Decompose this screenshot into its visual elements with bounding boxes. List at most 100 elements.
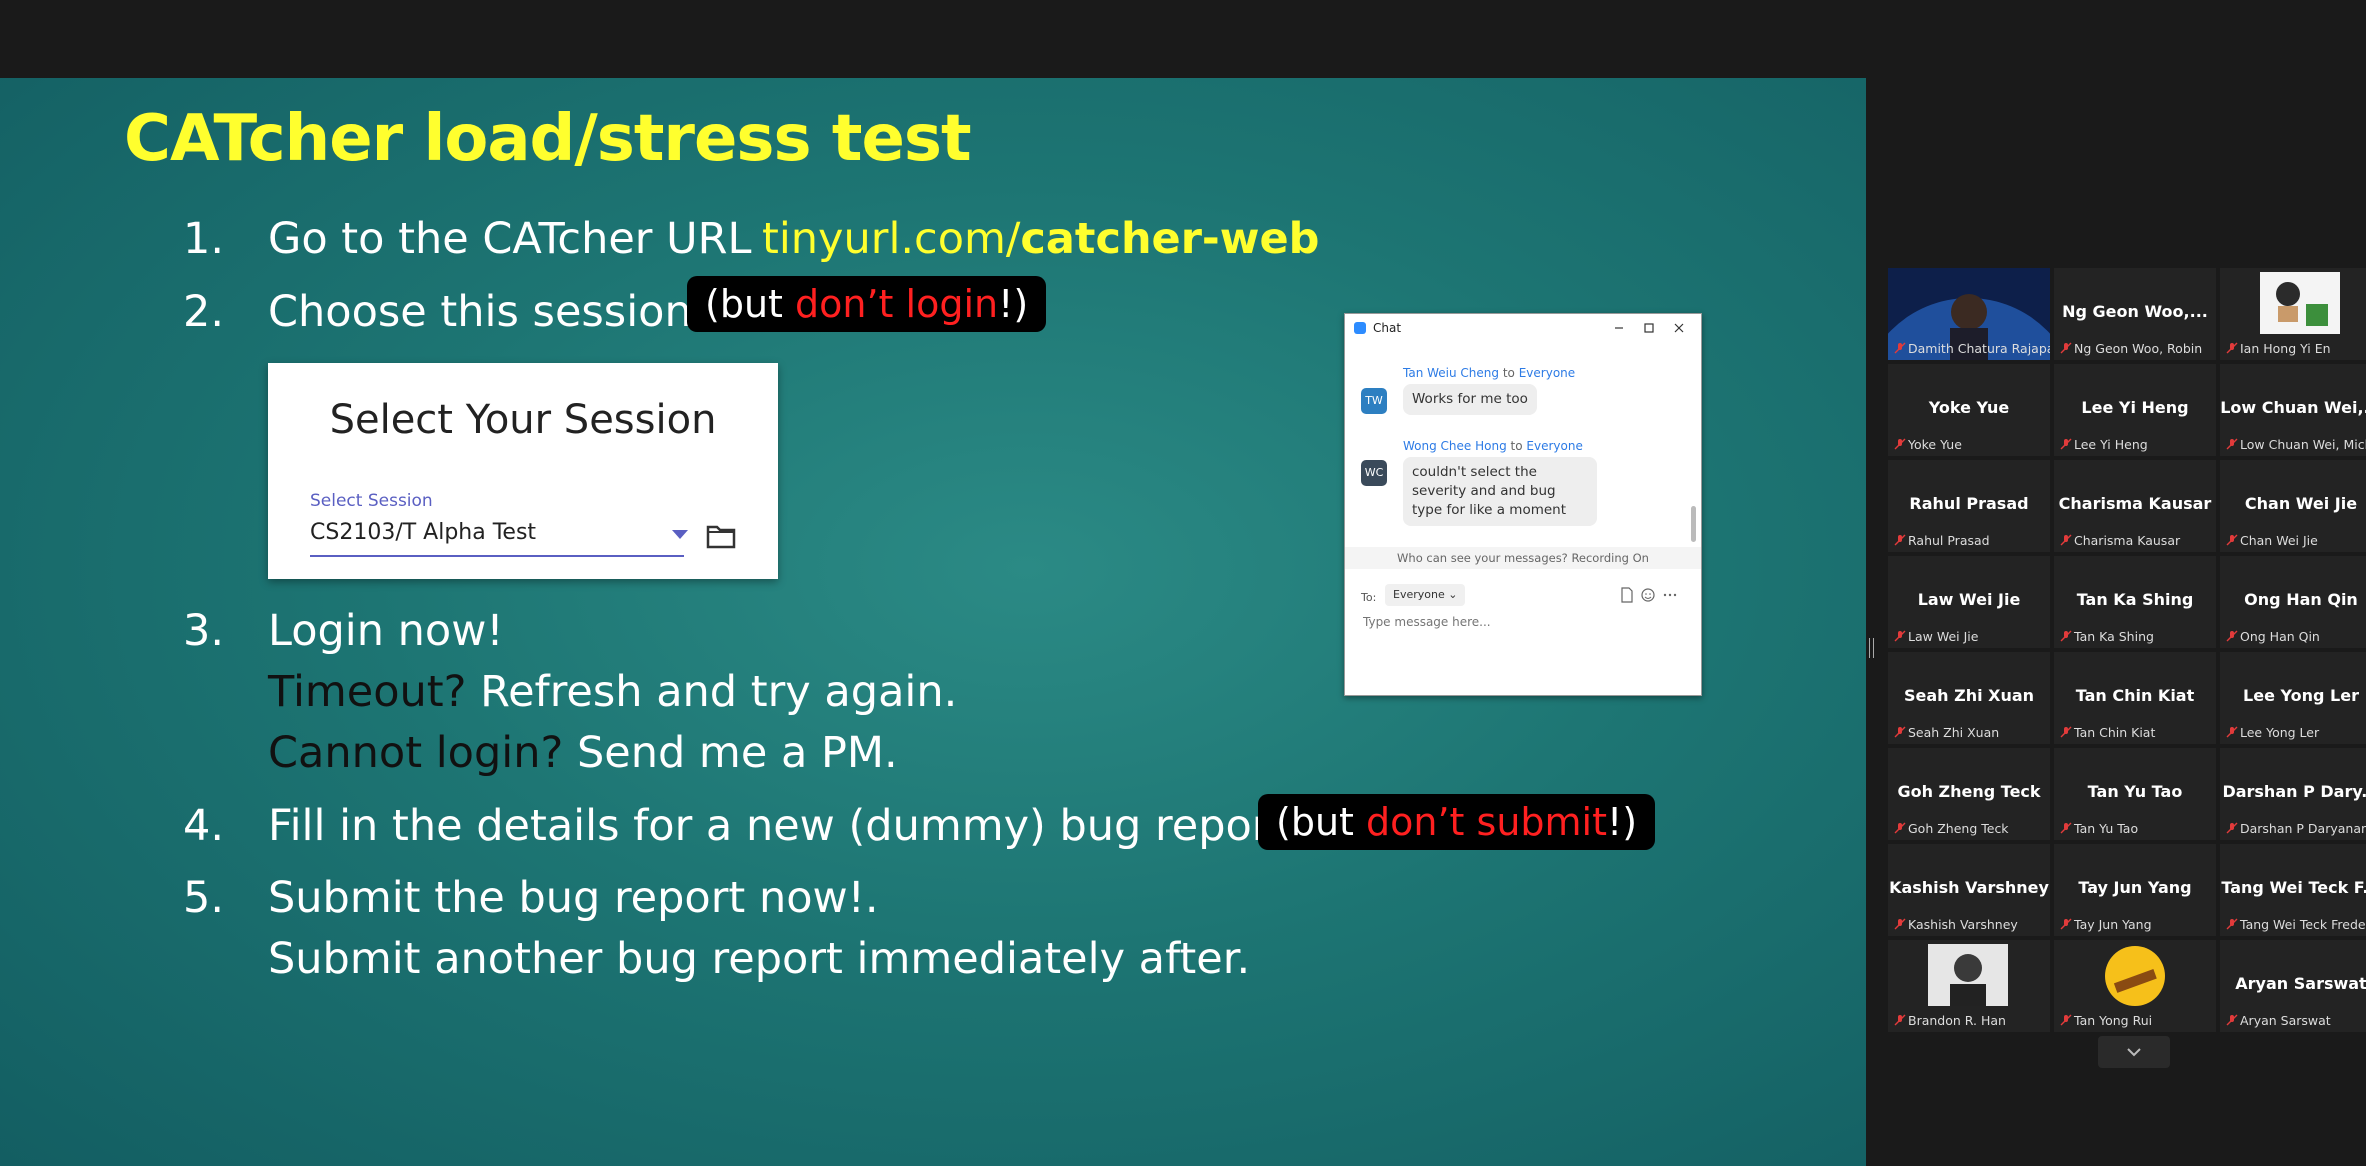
participant-tile[interactable]: Lee Yong Ler Lee Yong Ler (2220, 652, 2366, 744)
recipient-value: Everyone (1393, 588, 1445, 601)
participant-tile[interactable]: Goh Zheng Teck Goh Zheng Teck (1888, 748, 2050, 840)
participant-name-label: Chan Wei Jie (2240, 533, 2318, 548)
note-warning: don’t login (795, 282, 999, 326)
muted-mic-icon (2226, 822, 2238, 834)
participant-display-name: Aryan Sarswat (2235, 974, 2366, 993)
session-card-title: Select Your Session (329, 397, 717, 443)
select-underline (310, 555, 684, 557)
dropdown-arrow-icon (672, 530, 688, 539)
note-close: !) (998, 282, 1029, 326)
participant-name-label: Low Chuan Wei, Mich (2240, 437, 2366, 452)
to-label: To: (1361, 591, 1377, 604)
message-header: Tan Weiu Cheng to Everyone (1403, 366, 1575, 380)
muted-mic-icon (2060, 726, 2072, 738)
close-icon[interactable] (1669, 318, 1689, 338)
timeout-advice: Refresh and try again. (466, 667, 958, 717)
panel-resize-handle[interactable] (1869, 638, 1874, 658)
timeout-question: Timeout? (268, 667, 467, 717)
participant-name-label: Ian Hong Yi En (2240, 341, 2331, 356)
chat-window[interactable]: Chat Tan Weiu Cheng to Everyone TW Works… (1344, 313, 1702, 696)
muted-mic-icon (2226, 918, 2238, 930)
participant-tile[interactable]: Chan Wei Jie Chan Wei Jie (2220, 460, 2366, 552)
muted-mic-icon (2060, 534, 2072, 546)
cannot-login-line: Cannot login? Send me a PM. (268, 728, 898, 778)
participant-tile[interactable]: Rahul Prasad Rahul Prasad (1888, 460, 2050, 552)
note-open: (but (1276, 800, 1367, 844)
participant-name-label: Tay Jun Yang (2074, 917, 2152, 932)
participant-tile[interactable]: Low Chuan Wei,... Low Chuan Wei, Mich (2220, 364, 2366, 456)
participant-tile[interactable]: Law Wei Jie Law Wei Jie (1888, 556, 2050, 648)
participant-tile[interactable]: Tan Ka Shing Tan Ka Shing (2054, 556, 2216, 648)
muted-mic-icon (2226, 534, 2238, 546)
participant-tile[interactable]: Damith Chatura Rajapakse (1888, 268, 2050, 360)
message-sender: Tan Weiu Cheng (1403, 366, 1500, 380)
avatar: TW (1361, 388, 1387, 414)
avatar: WC (1361, 460, 1387, 486)
note-close: !) (1607, 800, 1638, 844)
participant-display-name: Charisma Kausar (2058, 494, 2212, 513)
file-icon[interactable] (1620, 587, 1634, 603)
recipient-select[interactable]: Everyone ⌄ (1385, 584, 1466, 606)
participant-display-name: Kashish Varshney (1889, 878, 2049, 897)
participant-tile[interactable]: Ian Hong Yi En (2220, 268, 2366, 360)
message-bubble: couldn't select the severity and and bug… (1403, 457, 1597, 526)
message-header: Wong Chee Hong to Everyone (1403, 439, 1583, 453)
participant-tile[interactable]: Tan Yong Rui (2054, 940, 2216, 1032)
participant-tile[interactable]: Ong Han Qin Ong Han Qin (2220, 556, 2366, 648)
muted-mic-icon (2226, 726, 2238, 738)
muted-mic-icon (2226, 342, 2238, 354)
participant-tile[interactable]: Ng Geon Woo,... Ng Geon Woo, Robin (2054, 268, 2216, 360)
muted-mic-icon (2060, 438, 2072, 450)
participant-name-label: Darshan P Daryanani (2240, 821, 2366, 836)
participant-name-label: Ng Geon Woo, Robin (2074, 341, 2203, 356)
participant-name-label: Tan Chin Kiat (2074, 725, 2156, 740)
participant-name-label: Lee Yong Ler (2240, 725, 2320, 740)
participant-display-name: Rahul Prasad (1909, 494, 2029, 513)
participant-name-label: Brandon R. Han (1908, 1013, 2006, 1028)
chat-visibility-notice[interactable]: Who can see your messages? Recording On (1345, 547, 1701, 569)
muted-mic-icon (2060, 1014, 2072, 1026)
muted-mic-icon (1894, 630, 1906, 642)
muted-mic-icon (2226, 630, 2238, 642)
participant-tile[interactable]: Yoke Yue Yoke Yue (1888, 364, 2050, 456)
gallery-next-page-button[interactable] (2098, 1036, 2170, 1068)
participant-tile[interactable]: Tan Chin Kiat Tan Chin Kiat (2054, 652, 2216, 744)
participant-display-name: Seah Zhi Xuan (1903, 686, 2035, 705)
participant-tile[interactable]: Lee Yi Heng Lee Yi Heng (2054, 364, 2216, 456)
participant-tile[interactable]: Brandon R. Han (1888, 940, 2050, 1032)
step-number: 1. (183, 214, 225, 264)
step-number: 2. (183, 287, 225, 337)
message-bubble: Works for me too (1403, 384, 1537, 415)
participant-tile[interactable]: Seah Zhi Xuan Seah Zhi Xuan (1888, 652, 2050, 744)
dont-login-note: (but don’t login!) (687, 276, 1047, 332)
participant-tile[interactable]: Aryan Sarswat Aryan Sarswat (2220, 940, 2366, 1032)
timeout-line: Timeout? Refresh and try again. (268, 667, 957, 717)
participant-name-label: Tan Yong Rui (2074, 1013, 2153, 1028)
participant-display-name: Ong Han Qin (2244, 590, 2358, 609)
participant-display-name: Lee Yi Heng (2081, 398, 2189, 417)
chat-scrollbar[interactable] (1691, 506, 1696, 542)
slide-title: CATcher load/stress test (124, 102, 972, 176)
more-icon[interactable] (1662, 587, 1678, 603)
participant-tile[interactable]: Darshan P Dary... Darshan P Daryanani (2220, 748, 2366, 840)
note-warning: don’t submit (1366, 800, 1608, 844)
participant-name-label: Charisma Kausar (2074, 533, 2181, 548)
participant-tile[interactable]: Kashish Varshney Kashish Varshney (1888, 844, 2050, 936)
participant-name-label: Lee Yi Heng (2074, 437, 2148, 452)
minimize-icon[interactable] (1609, 318, 1629, 338)
participant-tile[interactable]: Tay Jun Yang Tay Jun Yang (2054, 844, 2216, 936)
chat-message-input[interactable] (1361, 614, 1685, 630)
url-prefix: tinyurl.com/ (762, 214, 1021, 264)
emoji-icon[interactable] (1640, 587, 1656, 603)
participant-tile[interactable]: Charisma Kausar Charisma Kausar (2054, 460, 2216, 552)
participant-tile[interactable]: Tan Yu Tao Tan Yu Tao (2054, 748, 2216, 840)
muted-mic-icon (2226, 1014, 2238, 1026)
participant-tile[interactable]: Tang Wei Teck F... Tang Wei Teck Frederi (2220, 844, 2366, 936)
participant-display-name: Tan Ka Shing (2076, 590, 2194, 609)
step-text: Choose this session (268, 287, 692, 337)
step-number: 5. (183, 873, 225, 923)
participant-display-name: Law Wei Jie (1917, 590, 2021, 609)
maximize-icon[interactable] (1639, 318, 1659, 338)
top-bar (0, 0, 2366, 78)
muted-mic-icon (2060, 822, 2072, 834)
